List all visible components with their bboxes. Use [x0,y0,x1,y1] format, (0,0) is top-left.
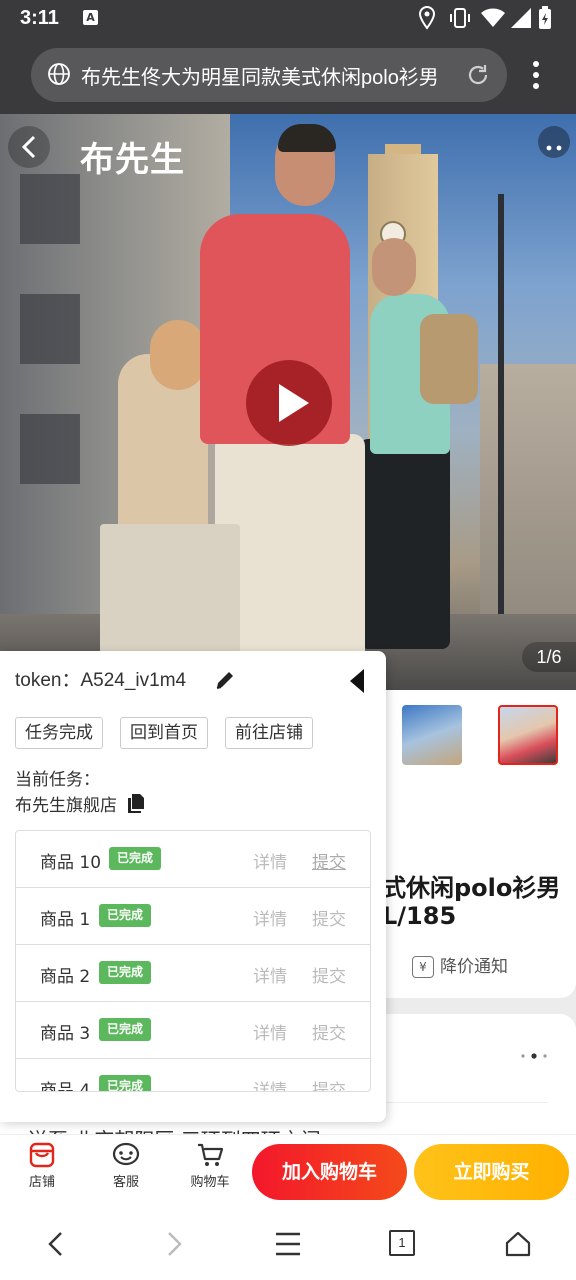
forward-arrow-icon[interactable] [162,1230,186,1258]
product-title-line1: 式休闲polo衫男 [382,874,561,902]
task-detail-link[interactable]: 详情 [253,1076,287,1091]
wifi-icon [481,8,505,27]
play-icon [279,384,309,422]
more-dots-icon [546,145,562,151]
buy-now-button[interactable]: 立即购买 [414,1144,569,1200]
task-name: 商品 10 [40,853,102,873]
task-detail-link[interactable]: 详情 [253,962,287,987]
divider [382,1102,548,1103]
add-to-cart-button[interactable]: 加入购物车 [252,1144,407,1200]
scene-person-right-head [372,238,416,296]
hamburger-menu-icon[interactable] [274,1230,302,1258]
cart-label: 购物车 [190,1175,230,1190]
scene-tote-bag [100,524,240,654]
task-row: 商品 10 已完成 详情 提交 [16,831,370,888]
scene-person-left-head [150,320,206,390]
product-title-line2: L/185 [382,902,457,930]
price-notice-label: 降价通知 [440,957,508,977]
task-submit-link[interactable]: 提交 [312,848,346,873]
status-badge: 已完成 [109,847,162,870]
back-home-button[interactable]: 回到首页 [120,717,208,749]
store-icon [29,1142,55,1168]
store-label: 店铺 [28,1175,55,1190]
back-button[interactable] [8,126,50,168]
globe-icon [48,63,70,85]
browser-nav-bar: 1 [0,1206,576,1280]
service-icon [112,1142,140,1166]
scene-window [20,174,80,244]
screen: 3:11 A 布先生佟大为明星同款美式休闲polo衫男 布先生 1/6 式休闲p… [0,0,576,1280]
url-bar[interactable]: 布先生佟大为明星同款美式休闲polo衫男 [31,48,507,102]
task-submit-link[interactable]: 提交 [312,905,346,930]
scene-window [20,294,80,364]
location-icon [418,6,436,30]
pencil-icon[interactable] [214,669,236,691]
current-task-value: 布先生旗舰店 [15,796,117,816]
task-detail-link[interactable]: 详情 [253,848,287,873]
status-bar: 3:11 A [0,0,576,38]
token-value: A524_iv1m4 [80,670,187,691]
scene-window [20,414,80,484]
task-row: 商品 1 已完成 详情 提交 [16,888,370,945]
token-label: token： [15,670,81,691]
price-drop-notice-button[interactable]: ¥ 降价通知 [412,952,508,978]
task-row: 商品 2 已完成 详情 提交 [16,945,370,1002]
cart-icon [198,1143,224,1166]
status-badge: 已完成 [99,904,152,927]
service-label: 客服 [112,1175,139,1190]
status-time: 3:11 [20,7,59,29]
task-name: 商品 1 [40,910,91,930]
status-badge: 已完成 [99,1018,152,1041]
task-detail-link[interactable]: 详情 [253,905,287,930]
current-task-label: 当前任务： [15,770,100,790]
battery-icon [539,6,551,29]
back-arrow-icon[interactable] [44,1230,68,1258]
tabs-button[interactable]: 1 [389,1230,415,1256]
play-video-button[interactable] [246,360,332,446]
task-submit-link[interactable]: 提交 [312,962,346,987]
cart-button[interactable]: 购物车 [180,1141,240,1190]
collapse-arrow-icon[interactable] [348,667,366,695]
task-submit-link[interactable]: 提交 [312,1076,346,1091]
task-name: 商品 2 [40,967,91,987]
scene-person-right-legs [360,439,450,649]
thumbnail-image[interactable] [402,705,462,765]
task-complete-button[interactable]: 任务完成 [15,717,103,749]
scene-model-hair [278,124,336,152]
task-name: 商品 4 [40,1081,91,1092]
more-button[interactable] [538,126,570,158]
go-to-store-button[interactable]: 前往店铺 [225,717,313,749]
signal-icon [511,8,531,28]
thumbnail-image-selected[interactable] [498,705,558,765]
scene-backpack [420,314,478,404]
chevron-left-icon [21,135,36,159]
task-list[interactable]: 商品 10 已完成 详情 提交 商品 1 已完成 详情 提交 商品 2 已完成 … [15,830,371,1092]
task-detail-link[interactable]: 详情 [253,1019,287,1044]
bottom-action-bar: 店铺 客服 购物车 加入购物车 立即购买 [0,1134,576,1206]
reload-icon[interactable] [465,62,491,88]
task-submit-link[interactable]: 提交 [312,1019,346,1044]
task-overlay-panel: token：A524_iv1m4 任务完成 回到首页 前往店铺 当前任务： 布先… [0,651,386,1122]
notification-icon: A [83,10,98,25]
product-hero-image[interactable]: 布先生 1/6 [0,114,576,690]
status-icons [418,6,558,30]
task-row: 商品 3 已完成 详情 提交 [16,1002,370,1059]
image-counter: 1/6 [522,642,576,672]
token-row: token：A524_iv1m4 [15,665,186,692]
browser-toolbar: 布先生佟大为明星同款美式休闲polo衫男 [0,38,576,114]
brand-logo: 布先生 [80,140,185,180]
status-badge: 已完成 [99,1075,152,1091]
task-row: 商品 4 已完成 详情 提交 [16,1059,370,1092]
home-icon[interactable] [504,1230,532,1258]
copy-icon[interactable] [127,793,145,813]
url-title: 布先生佟大为明星同款美式休闲polo衫男 [81,67,439,89]
customer-service-button[interactable]: 客服 [96,1141,156,1190]
menu-dots-icon[interactable] [525,58,547,92]
yen-icon: ¥ [412,956,434,978]
store-button[interactable]: 店铺 [12,1141,72,1190]
status-badge: 已完成 [99,961,152,984]
task-name: 商品 3 [40,1024,91,1044]
more-dots-icon[interactable] [520,1052,548,1060]
vibrate-icon [450,8,470,28]
